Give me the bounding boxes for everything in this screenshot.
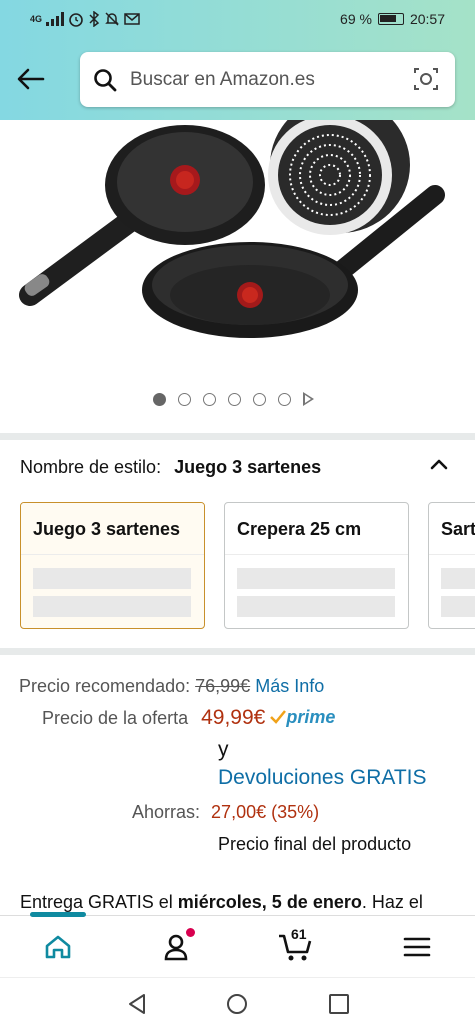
section-divider [0, 433, 475, 440]
gallery-dot[interactable] [228, 392, 241, 406]
recommended-price-label: Precio recomendado: [19, 676, 191, 696]
final-price-note: Precio final del producto [218, 834, 412, 854]
savings-row: Ahorras: 27,00€ (35%) [132, 802, 319, 823]
style-option-label: Crepera 25 cm [225, 503, 408, 555]
bluetooth-icon [89, 11, 100, 27]
price-placeholder [33, 596, 191, 617]
style-name-row: Nombre de estilo: Juego 3 sartenes [20, 457, 321, 478]
clock: 20:57 [409, 11, 445, 27]
system-recents-icon[interactable] [328, 993, 350, 1015]
style-label: Nombre de estilo: [20, 457, 162, 477]
system-home-icon[interactable] [226, 993, 248, 1015]
offer-price-row: Precio de la oferta 49,99€ prime [42, 706, 335, 730]
more-info-link[interactable]: Más Info [255, 676, 324, 696]
nav-home-button[interactable] [40, 930, 76, 964]
status-right: 69 % 20:57 [340, 11, 445, 27]
user-icon [164, 934, 188, 961]
free-returns-link[interactable]: Devoluciones GRATIS [218, 766, 427, 790]
search-bar[interactable] [80, 52, 455, 107]
price-placeholder [237, 596, 395, 617]
alarm-icon [69, 13, 83, 27]
style-option-juego-3-sartenes[interactable]: Juego 3 sartenes [20, 502, 205, 629]
search-input[interactable] [130, 68, 400, 91]
battery-percent: 69 % [340, 11, 372, 27]
status-bar: 4G 69 % 20:57 [0, 0, 475, 40]
cart-count: 61 [291, 926, 307, 942]
delivery-info: Entrega GRATIS el miércoles, 5 de enero.… [20, 892, 423, 913]
mail-icon [124, 13, 140, 25]
video-play-icon[interactable] [303, 392, 314, 406]
offer-price-label: Precio de la oferta [42, 708, 189, 728]
recommended-price-value: 76,99€ [195, 676, 251, 696]
section-divider [0, 648, 475, 655]
style-options: Juego 3 sartenes Crepera 25 cm Sart [20, 502, 475, 629]
gallery-dot[interactable] [278, 392, 291, 406]
style-option-sarten[interactable]: Sart [428, 502, 475, 629]
status-left: 4G [30, 11, 140, 27]
arrow-left-icon [17, 68, 45, 90]
network-label: 4G [30, 14, 43, 24]
mute-bell-icon [105, 12, 119, 26]
offer-price-value: 49,99€ [201, 706, 266, 729]
and-text: y [218, 738, 229, 761]
camera-scan-icon[interactable] [413, 66, 439, 92]
home-icon [45, 935, 71, 959]
gallery-dot[interactable] [178, 392, 191, 406]
delivery-suffix: . Haz el [361, 892, 423, 912]
system-back-icon[interactable] [126, 993, 148, 1015]
price-placeholder [441, 596, 475, 617]
notification-dot [186, 928, 195, 937]
price-placeholder [237, 568, 395, 589]
frying-pans-image [19, 120, 445, 338]
app-header: 4G 69 % 20:57 [0, 0, 475, 120]
style-option-label: Juego 3 sartenes [21, 503, 204, 555]
recommended-price-row: Precio recomendado: 76,99€ Más Info [19, 676, 324, 697]
style-selected-value: Juego 3 sartenes [174, 457, 322, 477]
signal-icon [46, 12, 65, 26]
search-icon [92, 67, 118, 93]
gallery-dot[interactable] [153, 392, 166, 406]
nav-menu-button[interactable] [399, 930, 435, 964]
delivery-date: miércoles, 5 de enero [177, 892, 362, 912]
system-navigation [0, 977, 475, 1029]
gallery-dot[interactable] [253, 392, 266, 406]
prime-check-icon [270, 710, 287, 724]
product-image[interactable] [0, 120, 475, 385]
active-tab-indicator [30, 912, 86, 917]
style-option-label: Sart [429, 503, 475, 555]
gallery-dot[interactable] [203, 392, 216, 406]
price-placeholder [33, 568, 191, 589]
price-placeholder [441, 568, 475, 589]
style-option-crepera-25-cm[interactable]: Crepera 25 cm [224, 502, 409, 629]
prime-label: prime [286, 706, 336, 727]
back-button[interactable] [14, 62, 48, 96]
delivery-prefix: Entrega GRATIS el [20, 892, 173, 912]
battery-icon [377, 13, 404, 25]
savings-value: 27,00€ (35%) [211, 802, 320, 822]
bottom-navigation: 61 [0, 912, 475, 977]
chevron-up-icon[interactable] [429, 454, 449, 474]
nav-account-button[interactable] [158, 928, 195, 964]
nav-cart-button[interactable]: 61 [278, 926, 314, 964]
prime-badge: prime [270, 707, 335, 728]
gallery-pagination [153, 392, 314, 406]
savings-label: Ahorras: [132, 802, 201, 822]
hamburger-menu-icon [403, 937, 431, 957]
